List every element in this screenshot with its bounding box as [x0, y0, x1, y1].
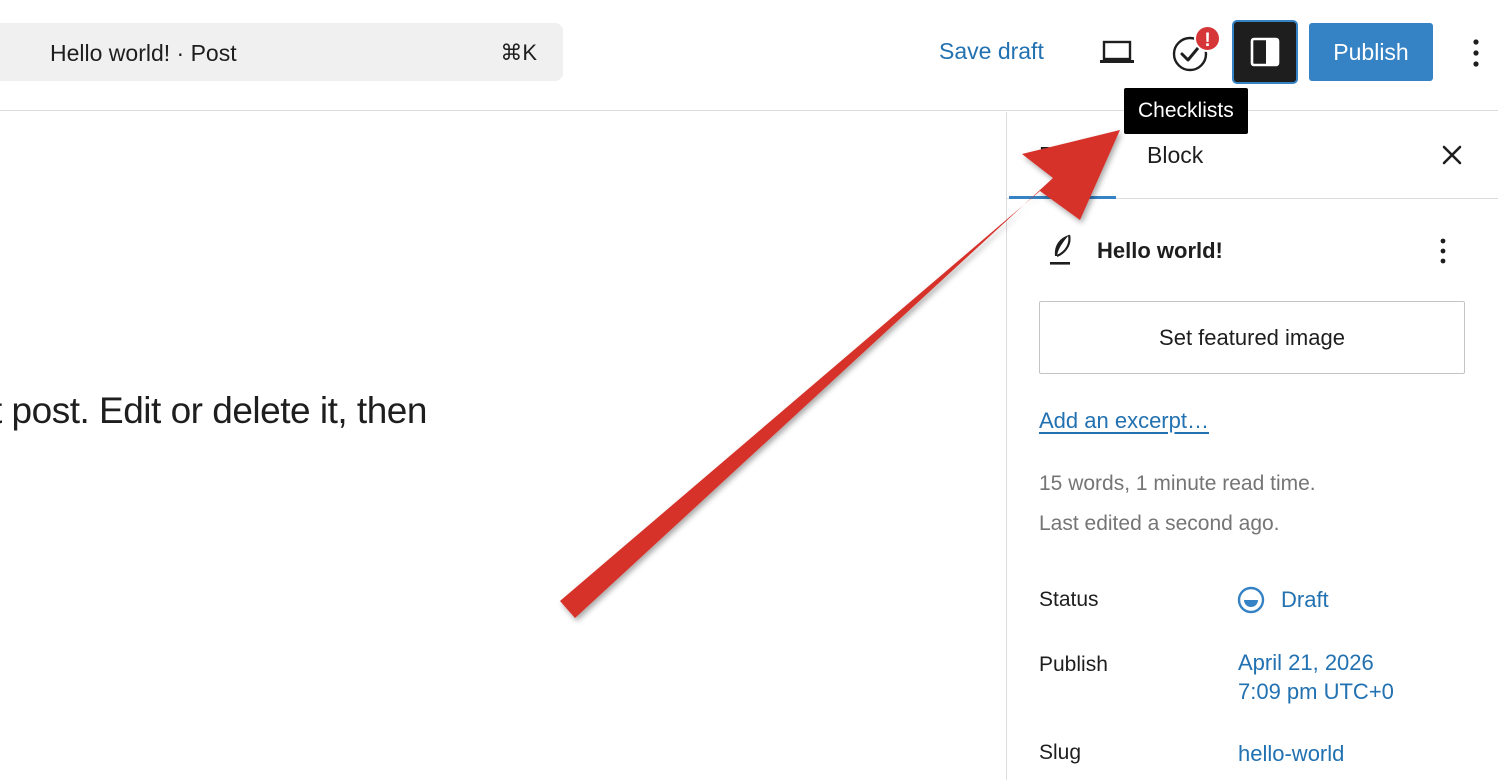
document-title: Hello world! · Post	[50, 40, 237, 66]
vertical-ellipsis-icon	[1440, 238, 1446, 264]
view-button[interactable]	[1098, 32, 1138, 72]
publish-button[interactable]: Publish	[1309, 23, 1433, 81]
vertical-ellipsis-icon	[1473, 39, 1479, 67]
publish-time: 7:09 pm UTC+0	[1238, 679, 1394, 704]
settings-sidebar: Post Block Hello world! Set featured ima…	[1006, 112, 1498, 780]
editor-canvas[interactable]: t post. Edit or delete it, then	[0, 112, 1006, 780]
add-excerpt-link[interactable]: Add an excerpt…	[1039, 408, 1209, 434]
tab-block[interactable]: Block	[1147, 142, 1203, 169]
last-edited-text: Last edited a second ago.	[1039, 512, 1280, 535]
save-draft-button[interactable]: Save draft	[939, 38, 1044, 65]
set-featured-image-button[interactable]: Set featured image	[1039, 301, 1465, 374]
draft-status-icon	[1236, 585, 1266, 615]
quill-icon	[1047, 232, 1075, 268]
publish-label: Publish	[1039, 653, 1108, 676]
post-actions-button[interactable]	[1431, 234, 1455, 270]
checklist-alert-badge: !	[1194, 25, 1221, 52]
word-count-text: 15 words, 1 minute read time.	[1039, 472, 1316, 495]
publish-date-button[interactable]: April 21, 2026 7:09 pm UTC+0	[1238, 648, 1394, 706]
sidebar-tabs: Post Block	[1007, 112, 1498, 199]
publish-date: April 21, 2026	[1238, 650, 1374, 675]
sidebar-panel-icon	[1250, 37, 1280, 67]
command-shortcut: ⌘K	[500, 40, 537, 65]
tab-post[interactable]: Post	[1009, 112, 1116, 199]
post-summary-title: Hello world!	[1097, 238, 1223, 263]
checklists-tooltip: Checklists	[1124, 88, 1248, 134]
options-menu-button[interactable]	[1464, 34, 1488, 74]
close-sidebar-button[interactable]	[1437, 140, 1467, 170]
editor-header: Hello world! · Post ⌘K Save draft ! Publ…	[0, 0, 1498, 111]
close-icon	[1442, 145, 1462, 165]
status-value-button[interactable]: Draft	[1281, 585, 1329, 614]
laptop-icon	[1100, 40, 1134, 63]
status-label: Status	[1039, 588, 1099, 611]
slug-label: Slug	[1039, 741, 1082, 764]
slug-value-button[interactable]: hello-world	[1238, 739, 1344, 768]
settings-sidebar-toggle[interactable]	[1234, 22, 1296, 82]
command-palette-bar[interactable]: Hello world! · Post ⌘K	[0, 23, 563, 81]
paragraph-block[interactable]: t post. Edit or delete it, then	[0, 390, 427, 432]
